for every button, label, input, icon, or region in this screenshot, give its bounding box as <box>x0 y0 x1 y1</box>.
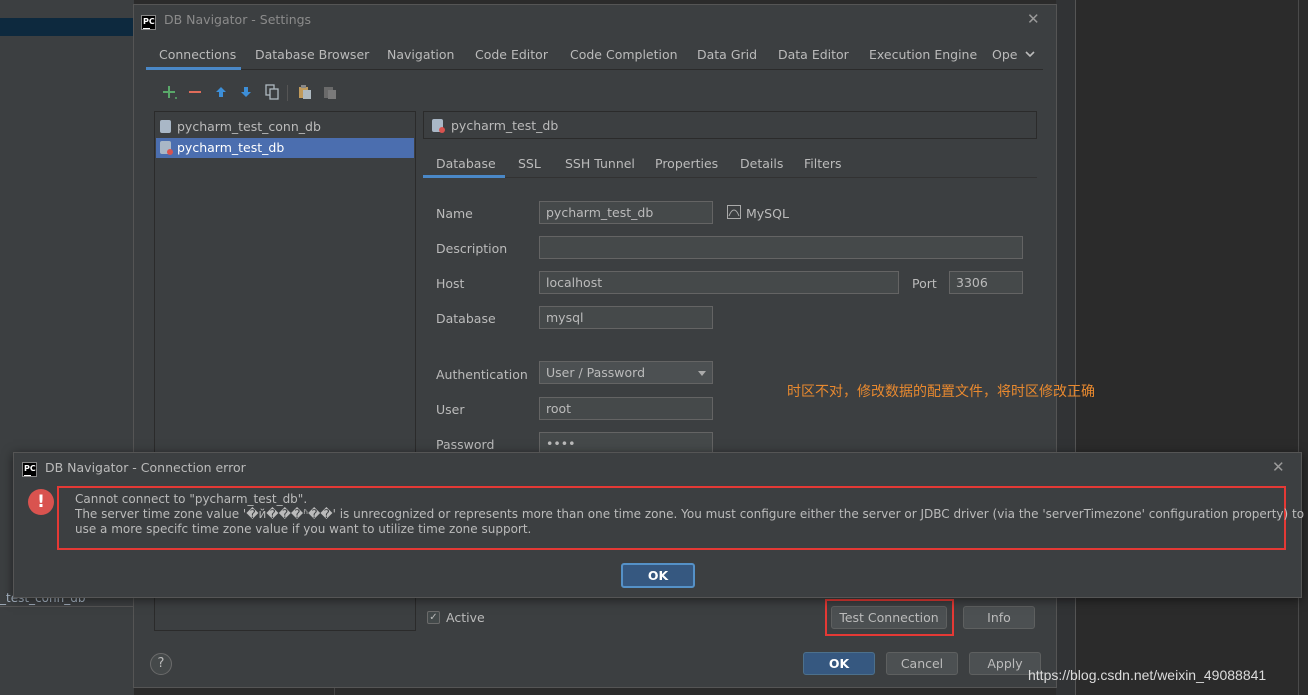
active-checkbox[interactable]: ✓ <box>427 611 440 624</box>
subtab-ssh-tunnel[interactable]: SSH Tunnel <box>565 156 635 171</box>
host-field[interactable]: localhost <box>539 271 899 294</box>
dropdown-arrow-icon <box>698 371 706 376</box>
tab-code-completion[interactable]: Code Completion <box>570 47 678 62</box>
ide-selected-row <box>0 18 134 36</box>
list-item[interactable]: pycharm_test_conn_db <box>156 117 414 137</box>
tab-data-grid[interactable]: Data Grid <box>697 47 757 62</box>
db-type-label: MySQL <box>746 206 789 221</box>
paste-disabled-icon <box>321 84 339 102</box>
user-label: User <box>436 402 465 417</box>
app-logo-icon: PC <box>141 12 156 30</box>
annotation-note: 时区不对，修改数据的配置文件，将时区修改正确 <box>787 384 1095 400</box>
tabs-divider <box>146 69 1043 70</box>
error-dialog-title: DB Navigator - Connection error <box>45 460 246 475</box>
user-field[interactable]: root <box>539 397 713 420</box>
database-field[interactable]: mysql <box>539 306 713 329</box>
subtab-ssl[interactable]: SSL <box>518 156 541 171</box>
tab-execution-engine[interactable]: Execution Engine <box>869 47 977 62</box>
active-label: Active <box>446 610 485 625</box>
close-icon[interactable]: ✕ <box>1272 458 1285 476</box>
cancel-button[interactable]: Cancel <box>886 652 958 675</box>
password-label: Password <box>436 437 495 452</box>
database-error-icon <box>160 141 173 155</box>
authentication-label: Authentication <box>436 367 528 382</box>
error-message-line: The server time zone value '�й���ʱ��' is… <box>75 507 1305 521</box>
subtab-underline <box>423 175 505 178</box>
tab-database-browser[interactable]: Database Browser <box>255 47 369 62</box>
copy-icon[interactable] <box>263 84 281 102</box>
tab-data-editor[interactable]: Data Editor <box>778 47 849 62</box>
tab-connections[interactable]: Connections <box>159 47 236 62</box>
tab-underline <box>146 67 241 70</box>
subtab-database[interactable]: Database <box>436 156 496 171</box>
subtabs-divider <box>423 177 1037 178</box>
tab-code-editor[interactable]: Code Editor <box>475 47 548 62</box>
error-icon: ! <box>28 489 54 515</box>
error-message-line: use a more specifc time zone value if yo… <box>75 522 532 536</box>
description-label: Description <box>436 241 508 256</box>
subtab-filters[interactable]: Filters <box>804 156 841 171</box>
dialog-title: DB Navigator - Settings <box>164 12 312 27</box>
paste-icon[interactable] <box>296 84 314 102</box>
authentication-select[interactable]: User / Password <box>539 361 713 384</box>
database-icon <box>160 120 171 133</box>
tab-navigation[interactable]: Navigation <box>387 47 454 62</box>
tab-ope[interactable]: Ope <box>992 47 1017 62</box>
ok-button[interactable]: OK <box>803 652 875 675</box>
help-button[interactable]: ? <box>150 653 172 675</box>
port-label: Port <box>912 276 937 291</box>
host-label: Host <box>436 276 465 291</box>
detail-header: pycharm_test_db <box>423 111 1037 139</box>
detail-title: pycharm_test_db <box>451 118 559 133</box>
info-button[interactable]: Info <box>963 606 1035 629</box>
list-item-selected[interactable]: pycharm_test_db <box>156 138 414 158</box>
move-down-icon[interactable] <box>237 84 255 102</box>
chevron-down-icon[interactable] <box>1024 48 1036 63</box>
toolbar-divider <box>287 85 288 101</box>
subtab-details[interactable]: Details <box>740 156 783 171</box>
name-field[interactable]: pycharm_test_db <box>539 201 713 224</box>
mysql-icon <box>727 205 741 222</box>
error-message-line: Cannot connect to "pycharm_test_db". <box>75 492 308 506</box>
add-icon[interactable] <box>161 84 179 102</box>
port-field[interactable]: 3306 <box>949 271 1023 294</box>
connection-error-dialog: PC DB Navigator - Connection error ✕ ! C… <box>13 452 1305 598</box>
error-ok-button[interactable]: OK <box>621 563 695 588</box>
name-label: Name <box>436 206 473 221</box>
subtab-properties[interactable]: Properties <box>655 156 718 171</box>
database-label: Database <box>436 311 496 326</box>
close-icon[interactable]: ✕ <box>1027 10 1040 28</box>
database-error-icon <box>432 119 445 133</box>
app-logo-icon: PC <box>22 459 37 477</box>
watermark: https://blog.csdn.net/weixin_49088841 <box>1028 667 1267 683</box>
highlight-box <box>825 599 954 636</box>
ide-divider <box>0 606 134 607</box>
move-up-icon[interactable] <box>212 84 230 102</box>
description-field[interactable] <box>539 236 1023 259</box>
remove-icon[interactable] <box>186 84 204 102</box>
